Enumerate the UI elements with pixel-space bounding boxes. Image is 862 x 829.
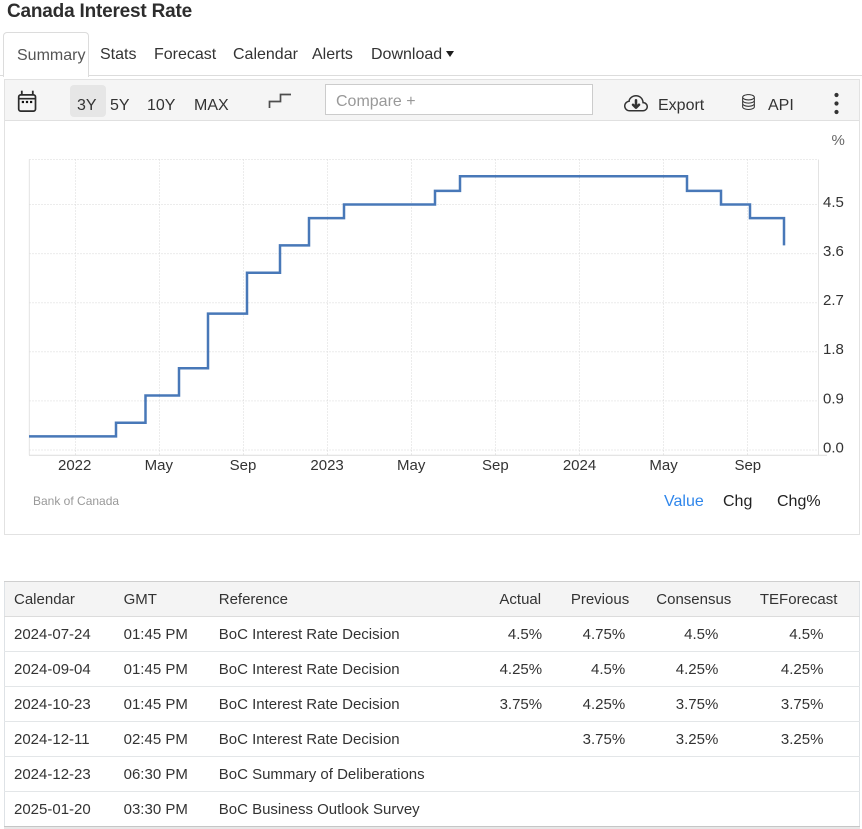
svg-text:2024: 2024 (563, 457, 596, 474)
svg-text:1.8: 1.8 (823, 341, 844, 358)
svg-text:3.6: 3.6 (823, 243, 844, 260)
svg-text:May: May (145, 457, 174, 474)
svg-text:0.9: 0.9 (823, 390, 844, 407)
svg-text:%: % (832, 132, 845, 149)
svg-text:May: May (397, 457, 426, 474)
svg-text:Sep: Sep (734, 457, 761, 474)
svg-text:4.5: 4.5 (823, 194, 844, 211)
svg-text:2.7: 2.7 (823, 292, 844, 309)
svg-text:2023: 2023 (310, 457, 343, 474)
svg-text:Sep: Sep (482, 457, 509, 474)
svg-text:2022: 2022 (58, 457, 91, 474)
svg-text:0.0: 0.0 (823, 439, 844, 456)
svg-text:May: May (649, 457, 678, 474)
svg-text:Sep: Sep (230, 457, 257, 474)
